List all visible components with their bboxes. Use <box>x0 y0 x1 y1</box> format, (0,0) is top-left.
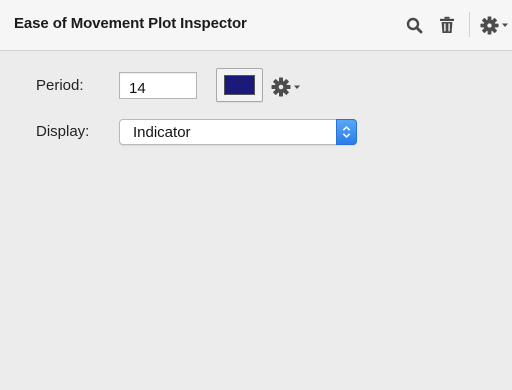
up-down-chevrons-icon <box>336 119 357 145</box>
plot-settings-menu-button[interactable] <box>271 75 301 99</box>
color-swatch <box>224 75 255 95</box>
gear-menu-button[interactable] <box>480 12 512 38</box>
header-separator <box>469 12 470 37</box>
display-popup-value: Indicator <box>133 124 191 141</box>
chevron-down-icon <box>294 85 300 89</box>
trash-icon[interactable] <box>437 12 457 38</box>
color-well[interactable] <box>216 68 263 102</box>
inspector-panel: Ease of Movement Plot Inspector Period: … <box>0 0 512 390</box>
display-label: Display: <box>36 123 90 140</box>
inspector-title: Ease of Movement Plot Inspector <box>14 15 247 32</box>
gear-icon <box>271 77 291 97</box>
inspector-header: Ease of Movement Plot Inspector <box>0 0 512 51</box>
period-field[interactable] <box>119 72 197 99</box>
period-label: Period: <box>36 77 84 94</box>
gear-icon <box>480 15 499 35</box>
chevron-down-icon <box>502 23 508 27</box>
search-icon[interactable] <box>404 12 424 38</box>
display-popup[interactable]: Indicator <box>119 119 357 145</box>
